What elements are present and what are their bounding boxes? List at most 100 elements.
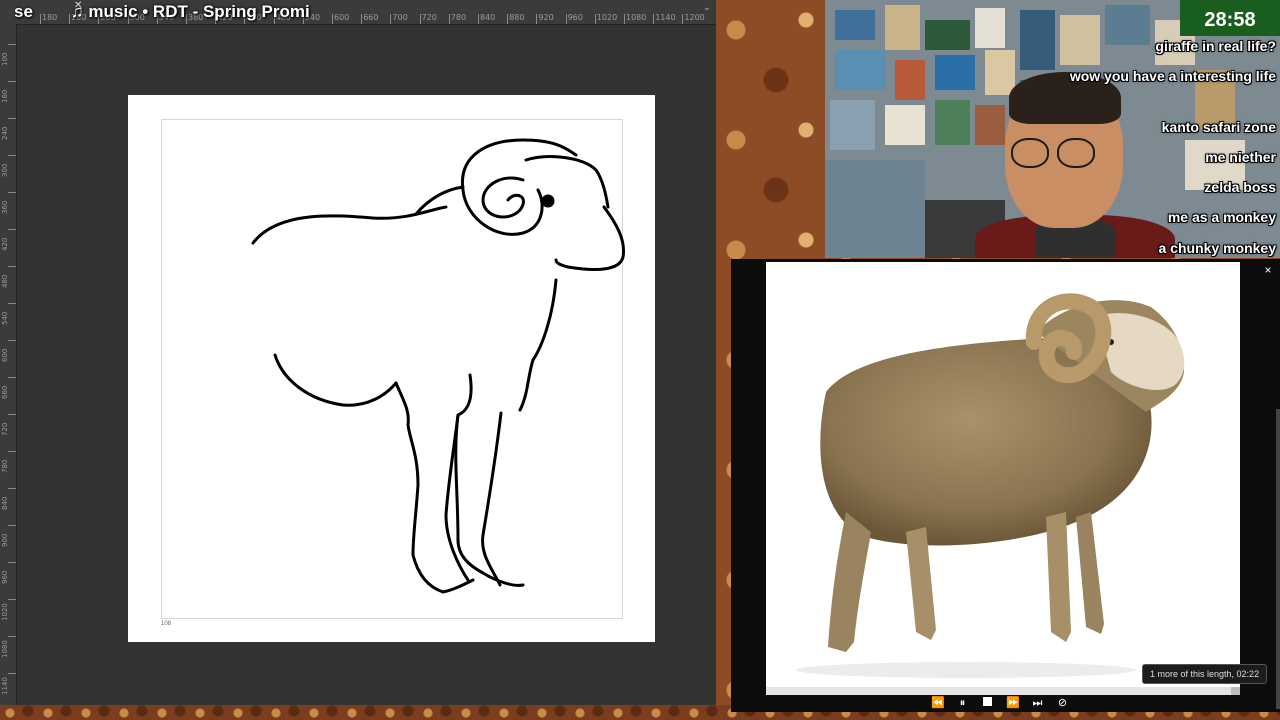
ruler-label: 1200 — [684, 13, 705, 22]
pause-icon[interactable]: ⏸ — [956, 696, 969, 710]
ruler-label: 660 — [1, 385, 9, 399]
sketch-front-leg-2 — [481, 411, 503, 587]
reference-photo[interactable] — [766, 262, 1240, 687]
ruler-tick — [448, 14, 450, 24]
ruler-tick — [565, 14, 567, 24]
ruler-label: 920 — [538, 13, 554, 22]
sketch-hoof-1 — [441, 578, 475, 594]
sketch-horn-spiral — [481, 176, 525, 219]
chat-message: giraffe in real life? — [1155, 38, 1276, 54]
stop-icon[interactable] — [981, 696, 994, 710]
ruler-label: 240 — [1, 126, 9, 140]
ruler-label: 780 — [450, 13, 467, 22]
ruler-tick — [390, 14, 392, 24]
ruler-tick — [8, 488, 16, 489]
drawing-canvas[interactable]: 108 — [128, 95, 655, 642]
chevron-down-icon[interactable]: ⌄ — [703, 2, 711, 13]
now-playing-text: ♫ music • RDT - Spring Promi — [70, 2, 310, 21]
ruler-tick — [8, 81, 16, 82]
sketch-belly — [273, 353, 398, 407]
now-playing-title: se ♫ music • RDT - Spring Promi — [14, 0, 340, 24]
chat-message: wow you have a interesting life — [1069, 68, 1276, 84]
ruler-label: 780 — [1, 459, 9, 473]
ruler-label: 900 — [1, 533, 9, 547]
ruler-label: 600 — [1, 348, 9, 362]
ruler-tick — [361, 14, 363, 24]
tab-close-icon[interactable]: ✕ — [74, 0, 82, 11]
ruler-label: 840 — [480, 13, 496, 22]
ruler-label: 1020 — [596, 13, 618, 22]
ruler-tick — [8, 599, 16, 600]
ruler-tick — [594, 14, 596, 24]
sheep-shadow — [796, 662, 1136, 678]
playback-progress-fill — [766, 687, 1231, 695]
ruler-label: 160 — [1, 89, 9, 103]
ruler-tick — [653, 14, 655, 24]
sketch-chest — [518, 278, 558, 412]
ruler-label: 480 — [1, 274, 9, 288]
ruler-tick — [8, 451, 16, 452]
ruler-label: 840 — [1, 496, 9, 510]
length-tooltip: 1 more of this length, 02:22 — [1142, 664, 1268, 684]
ruler-tick — [8, 340, 16, 341]
sketch-head-top — [524, 155, 610, 209]
ruler-tick — [478, 14, 479, 24]
ruler-tick — [8, 414, 16, 415]
ruler-label: 1140 — [655, 13, 676, 22]
ruler-label: 960 — [567, 13, 583, 22]
sketch-horn-lower — [461, 188, 544, 236]
playback-progress[interactable] — [766, 687, 1240, 695]
ruler-tick — [8, 155, 16, 156]
ruler-tick — [8, 525, 16, 526]
ruler-label: 540 — [1, 311, 9, 325]
ruler-tick — [8, 562, 16, 563]
chat-message: kanto safari zone — [1161, 119, 1276, 135]
ruler-tick — [8, 44, 16, 45]
ruler-label: 1020 — [1, 603, 9, 621]
now-playing-prefix: se — [14, 2, 33, 21]
ruler-label: 720 — [1, 422, 9, 436]
left-ruler: 100 160 240 300 360 420 480 540 600 660 720 780 840 9… — [0, 24, 17, 705]
sketch-horn-outer — [460, 138, 578, 192]
chat-message: zelda boss — [1204, 179, 1276, 195]
ruler-tick — [8, 377, 16, 378]
ruler-label: 660 — [363, 13, 379, 22]
viewer-scrollbar[interactable] — [1276, 409, 1280, 709]
sketch-hind-leg-1 — [394, 381, 445, 594]
drawing-app: 180 200 260 300 340 380 420 460 480 540 600 660 700 7… — [0, 0, 716, 705]
ruler-label: 360 — [1, 200, 9, 214]
ruler-label: 880 — [509, 13, 525, 22]
sheep-leg-front-right — [1076, 512, 1104, 634]
ruler-tick — [8, 118, 16, 119]
ruler-label: 420 — [1, 237, 9, 251]
playback-controls: ⏪ ⏸ ⏩ ⏭ ⊘ — [931, 695, 1069, 711]
ruler-tick — [8, 192, 16, 193]
sketch-snout — [554, 205, 626, 272]
chat-message: me niether — [1205, 149, 1276, 165]
ruler-label: 300 — [1, 163, 9, 177]
ruler-label: 720 — [421, 13, 437, 22]
rewind-icon[interactable]: ⏪ — [931, 696, 945, 710]
hide-icon[interactable]: ⊘ — [1056, 696, 1069, 710]
sketch-front-leg-1 — [454, 373, 525, 587]
skip-end-icon[interactable]: ⏭ — [1031, 696, 1044, 710]
ruler-tick — [8, 229, 16, 230]
ruler-label: 700 — [392, 13, 408, 22]
ruler-tick — [419, 14, 421, 24]
close-icon[interactable]: × — [1260, 262, 1276, 278]
sheep-photo — [796, 293, 1185, 678]
ruler-tick — [8, 673, 16, 674]
ruler-label: 1140 — [1, 677, 9, 695]
next-icon[interactable]: ⏩ — [1006, 696, 1020, 710]
ruler-tick — [624, 14, 625, 24]
ruler-label: 960 — [1, 570, 9, 584]
sketch-eye — [541, 194, 555, 208]
chat-overlay: giraffe in real life? wow you have a int… — [1016, 0, 1276, 258]
ruler-label: 100 — [1, 52, 9, 66]
chat-message: me as a monkey — [1167, 209, 1276, 225]
sketch-shoulder-stroke — [414, 185, 465, 216]
ruler-tick — [507, 14, 509, 24]
media-viewer: × 1 more of this length, 02:22 ⏪ ⏸ ⏩ ⏭ ⊘ — [731, 259, 1280, 712]
ruler-tick — [8, 266, 16, 267]
chat-message: a chunky monkey — [1158, 240, 1277, 256]
